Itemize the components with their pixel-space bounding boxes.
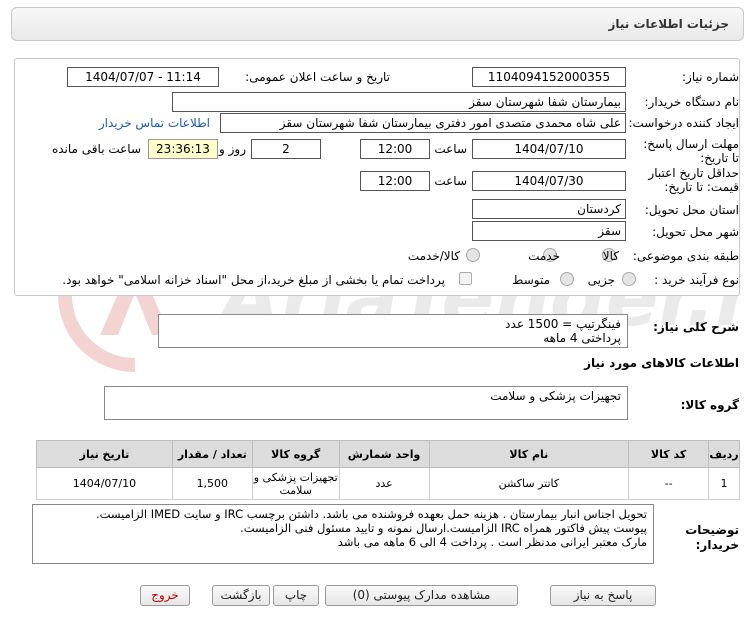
cell-group: تجهیزات پزشکی و سلامت — [251, 467, 340, 500]
cell-row: 1 — [708, 467, 740, 500]
col-quantity: تعداد / مقدار — [171, 440, 253, 468]
remaining-time-label: ساعت باقی مانده — [51, 142, 141, 156]
process-minor-label: جزیی — [587, 273, 615, 287]
requester-label: ایجاد کننده درخواست: — [628, 116, 739, 130]
buyer-notes-textarea[interactable]: تحویل اجناس انبار بیمارستان . هزینه حمل … — [32, 504, 654, 564]
cell-unit: عدد — [338, 467, 430, 500]
announce-datetime-field: 1404/07/07 - 11:14 — [67, 67, 219, 87]
category-label: طبقه بندی موضوعی: — [632, 249, 739, 263]
exit-button[interactable]: خروج — [140, 585, 190, 606]
page-header: جزئیات اطلاعات نیاز — [11, 7, 744, 41]
province-field: کردستان — [472, 199, 626, 219]
col-unit: واحد شمارش — [338, 440, 430, 468]
buyer-org-label: نام دستگاه خریدار: — [644, 95, 740, 109]
goods-group-field: تجهیزات پزشکی و سلامت — [104, 386, 628, 420]
col-need-date: تاریخ نیاز — [36, 440, 173, 468]
general-desc-label: شرح کلی نیاز: — [653, 320, 739, 334]
view-attachments-button[interactable]: مشاهده مدارک پیوستی (0) — [325, 585, 518, 606]
province-label: استان محل تحویل: — [644, 203, 739, 217]
category-goods-service-radio[interactable] — [466, 248, 480, 262]
reply-time-field: 12:00 — [360, 139, 430, 159]
reply-time-label: ساعت — [434, 142, 467, 156]
process-medium-label: متوسط — [512, 273, 550, 287]
cell-need-date: 1404/07/10 — [36, 467, 173, 500]
goods-table: ردیف کد کالا نام کالا واحد شمارش گروه کا… — [36, 440, 740, 500]
goods-section-title: اطلاعات کالاهای مورد نیاز — [584, 356, 739, 370]
col-row: ردیف — [708, 440, 740, 468]
col-group: گروه کالا — [251, 440, 340, 468]
process-type-label: نوع فرآیند خرید : — [654, 273, 739, 287]
col-name: نام کالا — [428, 440, 630, 468]
page-title: جزئیات اطلاعات نیاز — [608, 17, 729, 31]
process-minor-radio[interactable] — [622, 272, 636, 286]
back-button[interactable]: بازگشت — [212, 585, 270, 606]
category-service-label: خدمت — [528, 249, 560, 263]
col-code: کد کالا — [628, 440, 710, 468]
announce-label: تاریخ و ساعت اعلان عمومی: — [245, 70, 390, 84]
buyer-contact-link[interactable]: اطلاعات تماس خریدار — [99, 116, 210, 130]
category-goods-label: کالا — [602, 249, 619, 263]
validity-time-label: ساعت — [434, 174, 467, 188]
cell-name: کاتتر ساکشن — [428, 467, 630, 500]
days-label: روز و — [219, 142, 246, 156]
requester-field: علی شاه محمدی متصدی امور دفتری بیمارستان… — [220, 113, 626, 133]
goods-table-header: ردیف کد کالا نام کالا واحد شمارش گروه کا… — [36, 440, 740, 468]
category-goods-service-label: کالا/خدمت — [407, 249, 460, 263]
validity-label: حداقل تاریخ اعتبار قیمت: تا تاریخ: — [648, 166, 739, 194]
process-medium-radio[interactable] — [560, 272, 574, 286]
remaining-time-field: 23:36:13 — [148, 139, 218, 159]
buyer-notes-label: توضیحات خریدار: — [685, 523, 739, 552]
treasury-payment-note: پرداخت تمام یا بخشی از مبلغ خرید،از محل … — [62, 273, 445, 287]
validity-time-field: 12:00 — [360, 171, 430, 191]
reply-date-field: 1404/07/10 — [472, 139, 626, 159]
city-field: سقز — [472, 221, 626, 241]
buyer-org-field: بیمارستان شفا شهرستان سقز — [172, 92, 626, 112]
reply-button[interactable]: پاسخ به نیاز — [550, 585, 656, 606]
need-number-label: شماره نیاز: — [682, 70, 739, 84]
goods-group-label: گروه کالا: — [680, 398, 739, 412]
cell-quantity: 1,500 — [171, 467, 253, 500]
general-desc-textarea[interactable]: فینگرتیپ = 1500 عدد پرداختی 4 ماهه — [158, 314, 628, 348]
validity-date-field: 1404/07/30 — [472, 171, 626, 191]
need-number-field: 1104094152000355 — [472, 67, 626, 87]
cell-code: -- — [628, 467, 710, 500]
print-button[interactable]: چاپ — [273, 585, 319, 606]
days-remaining-field: 2 — [251, 139, 321, 159]
reply-deadline-label: مهلت ارسال پاسخ: تا تاریخ: — [643, 137, 739, 165]
table-row: 1 -- کاتتر ساکشن عدد تجهیزات پزشکی و سلا… — [36, 467, 740, 500]
treasury-payment-checkbox[interactable] — [459, 272, 472, 285]
city-label: شهر محل تحویل: — [652, 225, 739, 239]
